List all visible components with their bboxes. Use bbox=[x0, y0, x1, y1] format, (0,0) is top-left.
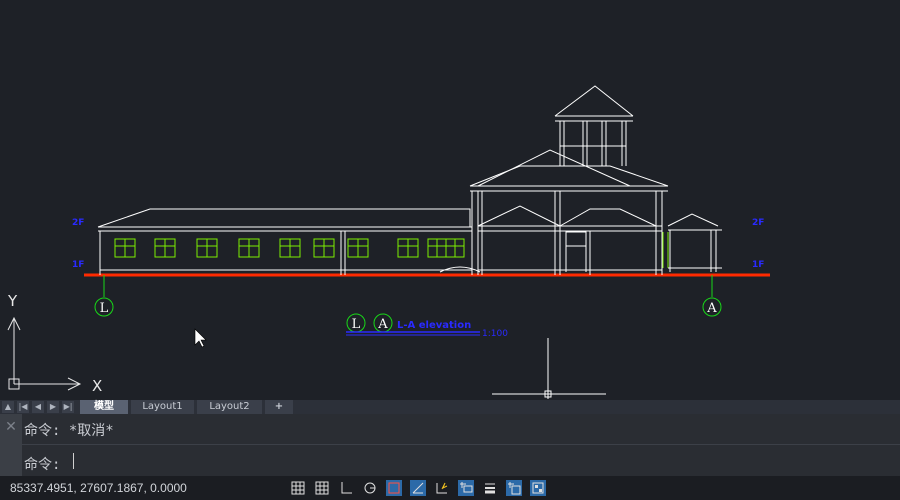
level-label: 1F bbox=[72, 260, 84, 270]
tab-model[interactable]: 模型 bbox=[80, 400, 128, 414]
layout-tab-bar: ▲ |◀ ◀ ▶ ▶| 模型 Layout1 Layout2 + bbox=[0, 400, 900, 414]
dynamic-ucs-icon[interactable] bbox=[434, 480, 450, 496]
ortho-icon[interactable] bbox=[338, 480, 354, 496]
left-wing-roof bbox=[97, 208, 471, 228]
osnap-icon[interactable] bbox=[386, 480, 402, 496]
title-marker-a-label: A bbox=[377, 317, 388, 332]
tab-scroll-up-icon[interactable]: ▲ bbox=[2, 401, 14, 413]
ucs-icon bbox=[7, 316, 82, 391]
level-label: 2F bbox=[752, 218, 764, 228]
command-window: ✕ 命令: *取消* 命令: bbox=[0, 414, 900, 476]
level-label: 2F bbox=[72, 218, 84, 228]
tab-first-icon[interactable]: |◀ bbox=[17, 401, 29, 413]
drawing-canvas[interactable]: L A 2F 1F 2F 1F L A L-A elevation 1:100 … bbox=[0, 0, 900, 400]
command-history: 命令: *取消* bbox=[24, 423, 114, 439]
tab-next-icon[interactable]: ▶ bbox=[47, 401, 59, 413]
status-bar: 85337.4951, 27607.1867, 0.0000 bbox=[0, 476, 900, 500]
title-marker-l-label: L bbox=[352, 317, 361, 332]
drawing-scale: 1:100 bbox=[482, 329, 508, 339]
workspace-icon[interactable] bbox=[530, 480, 546, 496]
transparency-icon[interactable] bbox=[506, 480, 522, 496]
tab-last-icon[interactable]: ▶| bbox=[62, 401, 74, 413]
grid-icon[interactable] bbox=[290, 480, 306, 496]
coordinates-readout: 85337.4951, 27607.1867, 0.0000 bbox=[10, 481, 187, 495]
drawing-title: L-A elevation bbox=[397, 320, 471, 331]
tab-prev-icon[interactable]: ◀ bbox=[32, 401, 44, 413]
grid-label-a: A bbox=[706, 301, 717, 316]
command-input[interactable] bbox=[74, 452, 894, 470]
close-icon[interactable]: ✕ bbox=[0, 414, 22, 476]
ucs-y-label: Y bbox=[7, 292, 18, 310]
lineweight-icon[interactable] bbox=[482, 480, 498, 496]
polar-icon[interactable] bbox=[362, 480, 378, 496]
grid-label-l: L bbox=[100, 301, 109, 316]
tab-layout1[interactable]: Layout1 bbox=[131, 400, 194, 414]
command-divider bbox=[22, 444, 900, 445]
snap-icon[interactable] bbox=[314, 480, 330, 496]
add-layout-button[interactable]: + bbox=[265, 400, 293, 414]
command-prompt: 命令: bbox=[24, 457, 61, 473]
main-block bbox=[439, 85, 722, 275]
tab-layout2[interactable]: Layout2 bbox=[197, 400, 262, 414]
otrack-icon[interactable] bbox=[410, 480, 426, 496]
windows bbox=[114, 232, 669, 268]
ucs-x-label: X bbox=[92, 377, 102, 395]
dynamic-input-icon[interactable] bbox=[458, 480, 474, 496]
level-label: 1F bbox=[752, 260, 764, 270]
elevation-drawing: L A 2F 1F 2F 1F L A L-A elevation 1:100 … bbox=[7, 85, 770, 399]
mouse-cursor bbox=[194, 328, 207, 348]
